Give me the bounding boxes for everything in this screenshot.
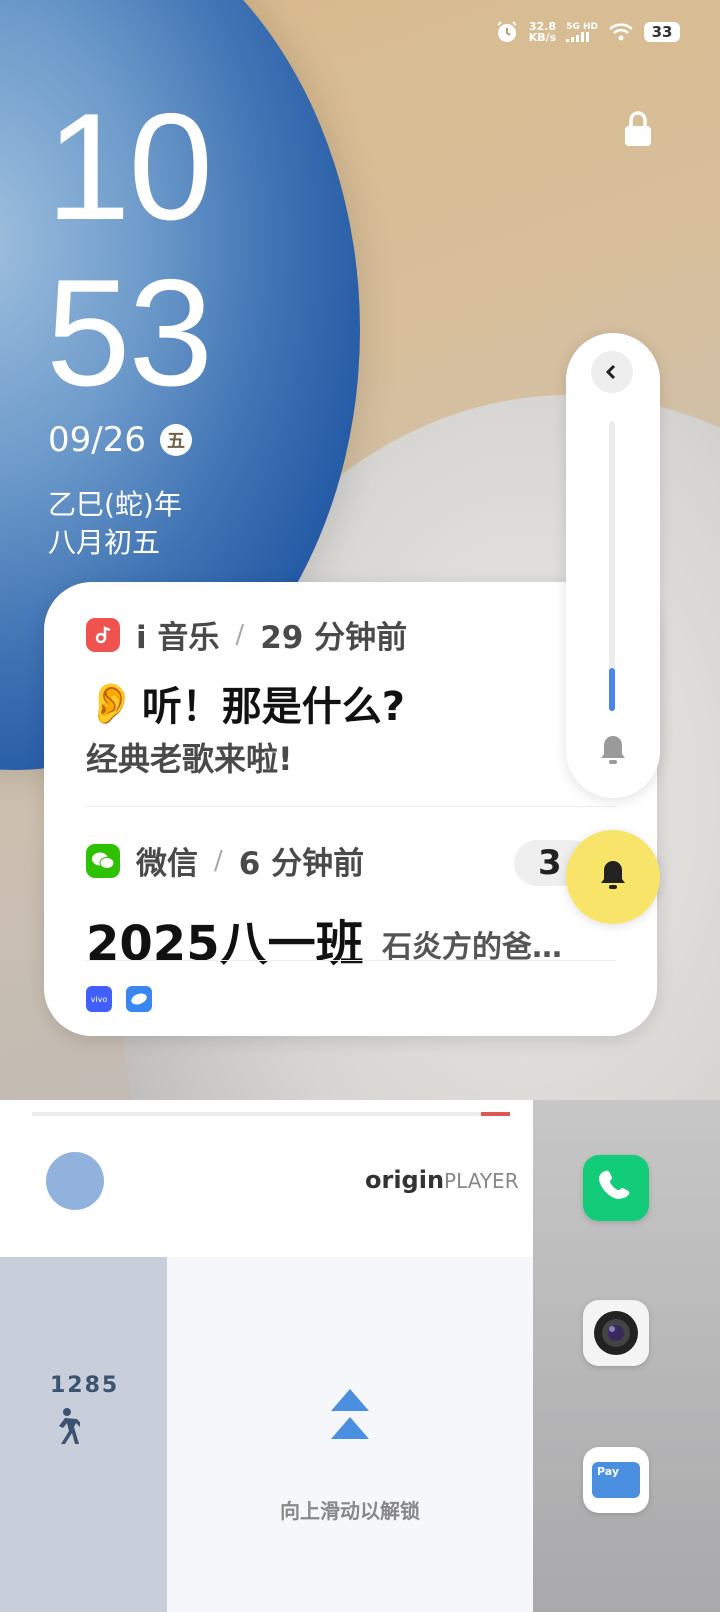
step-counter-widget[interactable]: 1285: [0, 1257, 167, 1612]
separator: /: [214, 845, 223, 876]
clock-hour: 10: [46, 82, 213, 252]
alarm-icon: [495, 20, 519, 44]
brand-origin: origin: [365, 1166, 445, 1194]
music-time: 29 分钟前: [260, 620, 408, 656]
browser-icon: [126, 986, 152, 1012]
weekday-badge: 五: [159, 424, 192, 456]
camera-icon[interactable]: [583, 1300, 649, 1366]
volume-panel[interactable]: [566, 333, 660, 798]
unlock-area[interactable]: 向上滑动以解锁: [167, 1257, 533, 1612]
wallet-icon[interactable]: Pay: [583, 1447, 649, 1513]
date-row: 09/26 五: [48, 420, 192, 460]
music-app-icon: [86, 617, 120, 652]
wechat-group-name[interactable]: 2025八一班: [86, 904, 364, 974]
vivo-icon: vivo: [86, 986, 112, 1012]
date-text: 09/26: [48, 420, 146, 460]
signal-icon: [566, 32, 598, 42]
bell-icon: [598, 858, 628, 896]
music-player-widget[interactable]: origin PLAYER: [0, 1100, 533, 1257]
lock-icon: [624, 110, 652, 152]
chevron-left-icon[interactable]: [591, 351, 633, 393]
speed-unit: KB/s: [528, 31, 557, 44]
status-bar: 32.8 KB/s 5G HD 33: [495, 16, 680, 48]
walk-icon: [50, 1407, 84, 1451]
notification-source-icons: vivo: [86, 986, 152, 1012]
player-brand: origin PLAYER: [365, 1166, 519, 1194]
shortcut-dock: Pay: [533, 1100, 720, 1612]
bell-icon[interactable]: [598, 733, 628, 771]
network-indicator: 5G HD: [566, 22, 598, 42]
separator: /: [235, 619, 245, 650]
music-notification-title[interactable]: 👂 听！那是什么?: [86, 674, 405, 732]
playback-progress: [32, 1112, 510, 1116]
music-title-text: 听！那是什么?: [141, 684, 406, 730]
divider: [86, 806, 616, 807]
wechat-time: 6 分钟前: [238, 846, 365, 882]
phone-icon[interactable]: [583, 1155, 649, 1221]
lunar-day: 八月初五: [48, 526, 161, 559]
volume-slider[interactable]: [609, 421, 615, 711]
music-app-name: i 音乐: [136, 620, 220, 656]
battery-level: 33: [651, 23, 673, 41]
lunar-date: 乙巳(蛇)年 八月初五: [48, 486, 182, 562]
step-count: 1285: [50, 1373, 120, 1398]
brand-player: PLAYER: [444, 1169, 519, 1193]
clock-minute: 53: [46, 248, 213, 418]
network-type: 5G HD: [566, 22, 598, 32]
battery-icon: 33: [644, 22, 680, 42]
album-art[interactable]: [46, 1152, 104, 1210]
playback-progress-fill: [481, 1112, 510, 1116]
music-notification-header: i 音乐 / 29 分钟前: [86, 612, 407, 657]
unlock-hint: 向上滑动以解锁: [280, 1499, 420, 1523]
wifi-icon: [608, 22, 634, 42]
lock-clock: 10 53: [46, 82, 213, 418]
wechat-app-icon: [86, 843, 120, 878]
divider: [86, 960, 616, 961]
network-speed: 32.8 KB/s: [529, 21, 556, 43]
ring-mode-button[interactable]: [566, 830, 660, 924]
volume-level: [609, 667, 615, 711]
wallet-label: Pay: [592, 1462, 640, 1498]
chevron-up-icon: [329, 1387, 371, 1445]
lunar-year: 乙巳(蛇)年: [48, 488, 182, 521]
ear-emoji: 👂: [86, 680, 136, 727]
wechat-app-name: 微信: [136, 846, 198, 882]
wechat-notification-header: 微信 / 6 分钟前: [86, 838, 364, 883]
music-notification-body: 经典老歌来啦!: [86, 740, 293, 778]
